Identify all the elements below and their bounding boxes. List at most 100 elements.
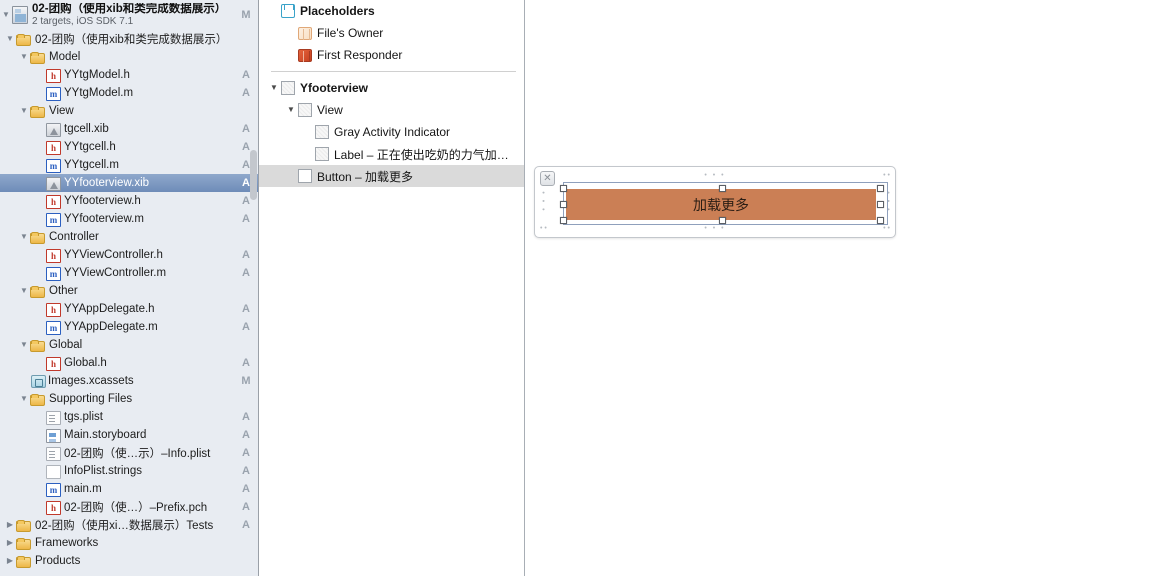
navigator-row[interactable]: Supporting Files [0,390,258,408]
navigator-row[interactable]: m main.m A [0,480,258,498]
outline-row[interactable]: File's Owner [259,22,524,44]
navigator-row[interactable]: h YYfooterview.h A [0,192,258,210]
project-root-row[interactable]: 02-团购（使用xib和类完成数据展示） 2 targets, iOS SDK … [0,0,258,30]
navigator-row[interactable]: Controller [0,228,258,246]
navigator-row[interactable]: m YYtgModel.m A [0,84,258,102]
navigator-row[interactable]: h 02-团购（使…）–Prefix.pch A [0,498,258,516]
disclosure-triangle-icon[interactable] [18,287,30,295]
header-file-icon: h [46,302,61,317]
navigator-row[interactable]: m YYfooterview.m A [0,210,258,228]
header-file-icon: h [46,140,61,155]
navigator-row[interactable]: InfoPlist.strings A [0,462,258,480]
project-navigator[interactable]: 02-团购（使用xib和类完成数据展示） 2 targets, iOS SDK … [0,0,259,576]
guide-dots-bottom-right: • • [883,225,890,232]
xib-frame[interactable]: ✕ • • • • • • • • • • • • • • • • • • 加载… [534,166,896,238]
view-object-icon [315,147,329,161]
navigator-row[interactable]: m YYtgcell.m A [0,156,258,174]
placeholders-cube-icon [281,4,295,18]
resize-handle-bottom-center[interactable] [719,217,726,224]
resize-handle-top-left[interactable] [560,185,567,192]
interface-builder-outline[interactable]: Placeholders File's Owner First Responder Y… [259,0,525,576]
resize-handle-top-right[interactable] [877,185,884,192]
outline-list[interactable]: Placeholders File's Owner First Responder Y… [259,0,524,187]
navigator-row-label: Controller [49,231,99,243]
close-icon[interactable]: ✕ [540,171,555,186]
navigator-row[interactable]: m YYViewController.m A [0,264,258,282]
resize-handle-middle-right[interactable] [877,201,884,208]
navigator-scrollbar[interactable] [250,150,257,200]
disclosure-triangle-icon[interactable] [18,107,30,115]
navigator-row[interactable]: Model [0,48,258,66]
file-status-badge: A [242,321,250,333]
navigator-row[interactable]: Global [0,336,258,354]
outline-row[interactable]: Button – 加载更多 [259,165,524,187]
navigator-row-label: YYtgcell.h [64,141,116,153]
resize-handle-middle-left[interactable] [560,201,567,208]
navigator-row[interactable]: 02-团购（使用xib和类完成数据展示） [0,30,258,48]
file-status-badge: A [242,87,250,99]
navigator-row-label: YYfooterview.m [64,213,144,225]
navigator-row-label: YYAppDelegate.h [64,303,155,315]
navigator-row[interactable]: YYfooterview.xib A [0,174,258,192]
folder-icon [16,519,31,532]
disclosure-triangle-icon[interactable] [0,11,12,19]
navigator-row[interactable]: h Global.h A [0,354,258,372]
navigator-file-list[interactable]: 02-团购（使用xib和类完成数据展示）ModelhYYtgModel.hAmY… [0,30,258,570]
navigator-row[interactable]: h YYtgcell.h A [0,138,258,156]
disclosure-triangle-icon[interactable] [4,521,16,529]
disclosure-triangle-icon[interactable] [267,84,281,92]
navigator-row[interactable]: View [0,102,258,120]
navigator-row[interactable]: tgcell.xib A [0,120,258,138]
navigator-row-label: YYAppDelegate.m [64,321,158,333]
outline-row[interactable]: Gray Activity Indicator [259,121,524,143]
folder-icon [30,339,45,352]
file-status-badge: A [242,501,250,513]
navigator-row[interactable]: Main.storyboard A [0,426,258,444]
outline-row[interactable]: Yfooterview [259,77,524,99]
navigator-row[interactable]: h YYtgModel.h A [0,66,258,84]
navigator-row[interactable]: 02-团购（使…示）–Info.plist A [0,444,258,462]
navigator-row-label: Main.storyboard [64,429,147,441]
disclosure-triangle-icon[interactable] [4,539,16,547]
navigator-row-label: 02-团购（使…示）–Info.plist [64,448,211,460]
outline-row[interactable]: First Responder [259,44,524,66]
outline-row-label: Yfooterview [300,81,369,95]
disclosure-triangle-icon[interactable] [4,557,16,565]
resize-handle-bottom-left[interactable] [560,217,567,224]
navigator-row[interactable]: Other [0,282,258,300]
disclosure-triangle-icon[interactable] [18,53,30,61]
guide-dots-bottom-left: • • [540,225,547,232]
navigator-row-label: InfoPlist.strings [64,465,142,477]
outline-row[interactable]: Placeholders [259,0,524,22]
folder-icon [16,33,31,46]
source-file-icon: m [46,482,61,497]
navigator-row[interactable]: 02-团购（使用xi…数据展示）Tests A [0,516,258,534]
root-view[interactable]: 加载更多 [560,182,888,225]
storyboard-file-icon [46,428,61,443]
outline-row[interactable]: Label – 正在使出吃奶的力气加… [259,143,524,165]
navigator-row[interactable]: Products [0,552,258,570]
navigator-row[interactable]: Frameworks [0,534,258,552]
disclosure-triangle-icon[interactable] [4,35,16,43]
load-more-button[interactable]: 加载更多 [566,189,876,220]
resize-handle-bottom-right[interactable] [877,217,884,224]
outline-row-label: View [317,103,343,117]
navigator-row-label: tgcell.xib [64,123,109,135]
disclosure-triangle-icon[interactable] [284,106,298,114]
outline-row-label: Button – 加载更多 [317,169,414,184]
interface-builder-canvas[interactable]: ✕ • • • • • • • • • • • • • • • • • • 加载… [525,0,1162,576]
navigator-row[interactable]: h YYViewController.h A [0,246,258,264]
navigator-row[interactable]: Images.xcassets M [0,372,258,390]
disclosure-triangle-icon[interactable] [18,233,30,241]
outline-row[interactable]: View [259,99,524,121]
disclosure-triangle-icon[interactable] [18,395,30,403]
navigator-row[interactable]: m YYAppDelegate.m A [0,318,258,336]
disclosure-triangle-icon[interactable] [18,341,30,349]
resize-handle-top-center[interactable] [719,185,726,192]
xcode-window: 02-团购（使用xib和类完成数据展示） 2 targets, iOS SDK … [0,0,1162,576]
xib-file-icon [46,122,61,137]
guide-dots-left: • • • [539,191,546,213]
navigator-row[interactable]: h YYAppDelegate.h A [0,300,258,318]
navigator-row-label: 02-团购（使用xi…数据展示）Tests [35,520,214,532]
navigator-row[interactable]: tgs.plist A [0,408,258,426]
